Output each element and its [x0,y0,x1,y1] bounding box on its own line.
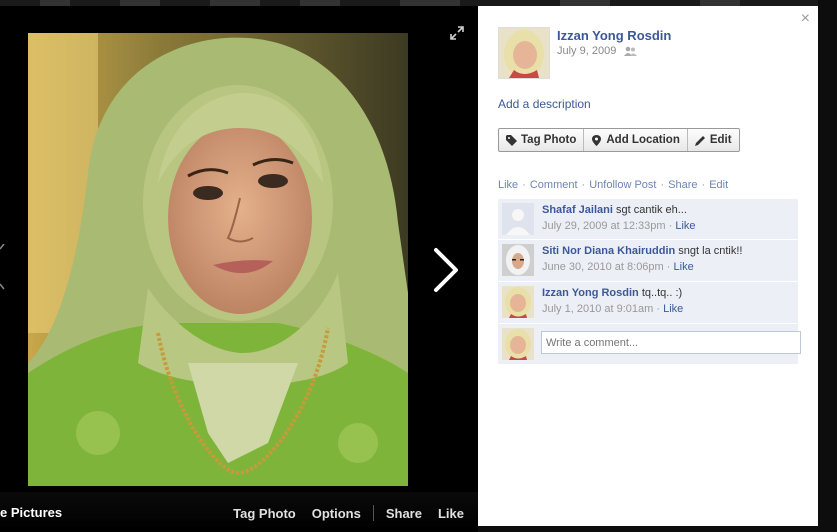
tag-photo-label: Tag Photo [521,134,577,146]
comment-action[interactable]: Comment [530,179,578,191]
comment-text: tq..tq.. :) [641,287,683,299]
comment-text-row: Izzan Yong Rosdin tq..tq.. :) [542,287,682,299]
photo-stage: e Pictures Tag Photo Options Share Like [0,6,478,532]
post-actions-row: Like · Comment · Unfollow Post · Share ·… [498,179,728,191]
comment-text: sngt la cntik!! [678,245,743,257]
commenter-avatar[interactable] [502,244,534,276]
previous-photo-arrow-icon[interactable] [0,244,6,294]
share-action[interactable]: Share [668,179,697,191]
comment-like-link[interactable]: Like [674,261,694,273]
add-location-label: Add Location [606,134,680,146]
comment-meta: July 1, 2010 at 9:01am · Like [542,303,683,315]
owner-avatar[interactable] [498,27,550,79]
unfollow-post-action[interactable]: Unfollow Post [589,179,656,191]
fullscreen-expand-icon[interactable] [450,26,464,40]
comment-item: Siti Nor Diana Khairuddin sngt la cntik!… [498,240,798,282]
comment-meta: June 30, 2010 at 8:06pm · Like [542,261,694,273]
comment-timestamp[interactable]: July 1, 2010 at 9:01am [542,303,653,315]
comment-like-link[interactable]: Like [675,220,695,232]
post-date-row: July 9, 2009 [557,45,638,57]
comment-text: sgt cantik eh... [615,204,687,216]
comment-item: Shafaf Jailani sgt cantik eh... July 29,… [498,199,798,240]
comment-timestamp[interactable]: June 30, 2010 at 8:06pm [542,261,664,273]
comment-text-row: Shafaf Jailani sgt cantik eh... [542,204,687,216]
edit-label: Edit [709,134,732,146]
photo-bottom-bar: e Pictures Tag Photo Options Share Like [0,492,478,532]
separator-dot: · [522,179,526,191]
add-location-button[interactable]: Add Location [584,129,688,151]
comment-text-row: Siti Nor Diana Khairuddin sngt la cntik!… [542,245,743,257]
separator-dot: · [656,303,661,315]
commenter-name[interactable]: Shafaf Jailani [542,204,613,216]
tag-photo-link[interactable]: Tag Photo [233,506,296,521]
photo-details-panel: × Izzan Yong Rosdin July 9, 2009 Add a d… [478,6,818,526]
next-photo-arrow-icon[interactable] [430,244,462,298]
add-description-link[interactable]: Add a description [498,97,591,111]
page-background-edge [818,0,837,530]
share-link[interactable]: Share [386,506,422,521]
options-link[interactable]: Options [312,506,361,521]
tag-icon [506,134,517,146]
album-link[interactable]: e Pictures [0,505,62,520]
like-link[interactable]: Like [438,506,464,521]
separator-dot: · [660,179,665,191]
commenter-name[interactable]: Siti Nor Diana Khairuddin [542,245,675,257]
owner-name[interactable]: Izzan Yong Rosdin [557,28,671,43]
tag-photo-button[interactable]: Tag Photo [499,129,585,151]
edit-button[interactable]: Edit [688,129,739,151]
comment-meta: July 29, 2009 at 12:33pm · Like [542,220,696,232]
commenter-name[interactable]: Izzan Yong Rosdin [542,287,639,299]
commenter-avatar[interactable] [502,203,534,235]
comment-item: Izzan Yong Rosdin tq..tq.. :) July 1, 20… [498,282,798,324]
friends-audience-icon[interactable] [623,46,638,56]
post-date[interactable]: July 9, 2009 [557,45,616,57]
comment-like-link[interactable]: Like [663,303,683,315]
comment-timestamp[interactable]: July 29, 2009 at 12:33pm [542,220,666,232]
location-pin-icon [592,134,602,146]
current-user-avatar [502,328,534,360]
separator-dot: · [668,220,673,232]
close-icon[interactable]: × [801,10,810,28]
commenter-avatar[interactable] [502,286,534,318]
divider [372,505,374,521]
write-comment-row [498,324,801,364]
like-action[interactable]: Like [498,179,518,191]
separator-dot: · [581,179,586,191]
photo-button-group: Tag Photo Add Location Edit [498,128,740,152]
photo [28,33,408,486]
pencil-icon [694,135,705,146]
write-comment-input[interactable] [541,331,801,354]
edit-action[interactable]: Edit [709,179,728,191]
separator-dot: · [701,179,706,191]
photo-actions: Tag Photo Options Share Like [217,505,464,521]
separator-dot: · [666,261,671,273]
comments-list: Shafaf Jailani sgt cantik eh... July 29,… [498,199,801,364]
